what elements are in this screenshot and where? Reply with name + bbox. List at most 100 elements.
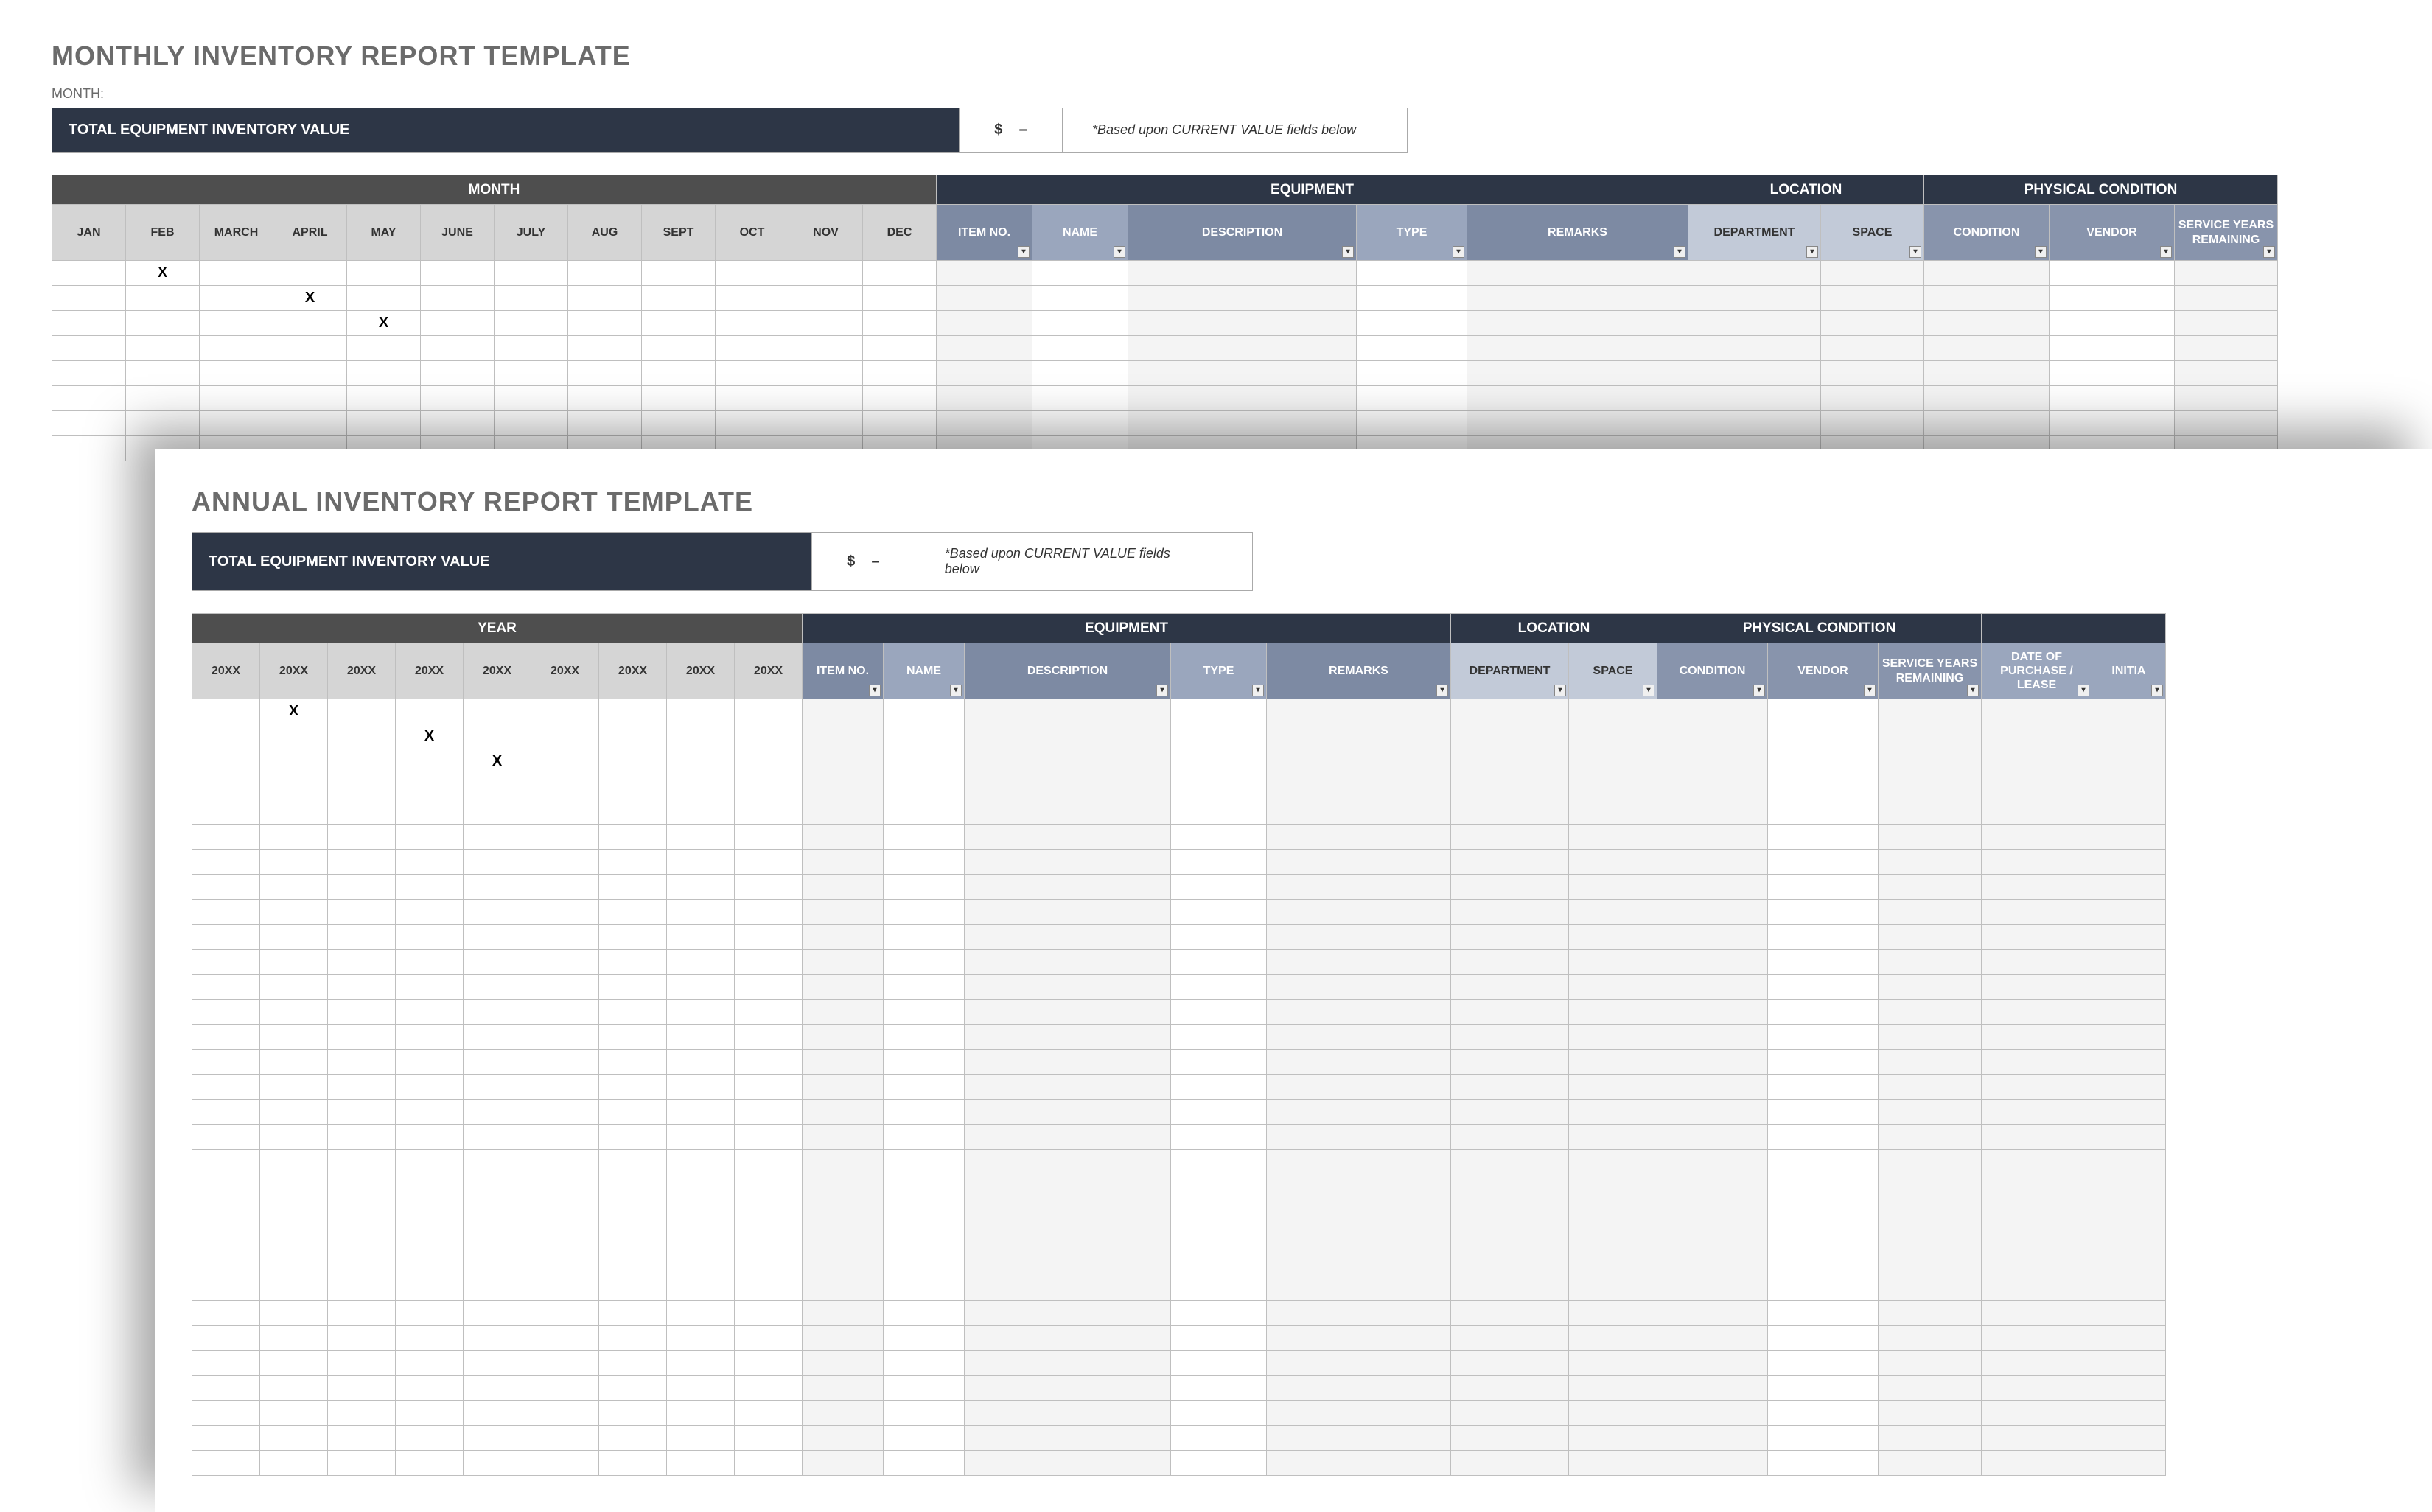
period-cell[interactable] bbox=[667, 1200, 735, 1225]
other-cell[interactable] bbox=[1982, 1376, 2092, 1401]
period-cell[interactable]: X bbox=[273, 286, 347, 311]
equip-cell[interactable] bbox=[965, 1125, 1171, 1150]
equip-cell[interactable] bbox=[803, 799, 884, 825]
location-cell[interactable] bbox=[1451, 1451, 1569, 1476]
equip-cell[interactable] bbox=[965, 1326, 1171, 1351]
equip-cell[interactable] bbox=[803, 900, 884, 925]
location-cell[interactable] bbox=[1821, 411, 1924, 436]
location-cell[interactable] bbox=[1451, 1050, 1569, 1075]
equip-cell[interactable] bbox=[884, 1225, 965, 1250]
period-cell[interactable] bbox=[735, 850, 803, 875]
period-cell[interactable] bbox=[396, 1250, 464, 1275]
period-cell[interactable] bbox=[192, 1175, 260, 1200]
period-cell[interactable] bbox=[789, 286, 863, 311]
period-cell[interactable] bbox=[667, 1250, 735, 1275]
physical-cell[interactable] bbox=[1768, 850, 1879, 875]
equip-cell[interactable] bbox=[1267, 1025, 1451, 1050]
filter-dropdown-icon[interactable]: ▾ bbox=[2035, 246, 2047, 258]
col-header-other[interactable]: DATE OF PURCHASE / LEASE▾ bbox=[1982, 643, 2092, 699]
location-cell[interactable] bbox=[1451, 799, 1569, 825]
other-cell[interactable] bbox=[1982, 724, 2092, 749]
other-cell[interactable] bbox=[1982, 749, 2092, 774]
period-cell[interactable]: X bbox=[347, 311, 421, 336]
period-cell[interactable] bbox=[464, 1225, 531, 1250]
period-cell[interactable] bbox=[260, 1150, 328, 1175]
equip-cell[interactable] bbox=[1267, 850, 1451, 875]
equip-cell[interactable] bbox=[1032, 411, 1128, 436]
equip-cell[interactable] bbox=[1267, 1150, 1451, 1175]
period-cell[interactable] bbox=[328, 774, 396, 799]
other-cell[interactable] bbox=[2092, 1426, 2166, 1451]
location-cell[interactable] bbox=[1451, 1326, 1569, 1351]
period-cell[interactable] bbox=[716, 336, 789, 361]
location-cell[interactable] bbox=[1569, 1225, 1657, 1250]
period-cell[interactable] bbox=[396, 799, 464, 825]
period-cell[interactable] bbox=[531, 1225, 599, 1250]
physical-cell[interactable] bbox=[1657, 724, 1768, 749]
period-cell[interactable] bbox=[599, 875, 667, 900]
period-cell[interactable] bbox=[328, 1351, 396, 1376]
period-cell[interactable] bbox=[192, 825, 260, 850]
equip-cell[interactable] bbox=[1267, 1200, 1451, 1225]
col-header-period[interactable]: MARCH bbox=[200, 205, 273, 261]
location-cell[interactable] bbox=[1451, 724, 1569, 749]
period-cell[interactable]: X bbox=[126, 261, 200, 286]
period-cell[interactable] bbox=[716, 361, 789, 386]
physical-cell[interactable] bbox=[1879, 1401, 1982, 1426]
physical-cell[interactable] bbox=[1879, 799, 1982, 825]
location-cell[interactable] bbox=[1451, 1225, 1569, 1250]
equip-cell[interactable] bbox=[965, 1275, 1171, 1301]
equip-cell[interactable] bbox=[884, 1150, 965, 1175]
period-cell[interactable] bbox=[531, 1050, 599, 1075]
period-cell[interactable] bbox=[421, 286, 495, 311]
period-cell[interactable] bbox=[273, 261, 347, 286]
period-cell[interactable] bbox=[568, 336, 642, 361]
period-cell[interactable] bbox=[52, 386, 126, 411]
period-cell[interactable] bbox=[260, 850, 328, 875]
equip-cell[interactable] bbox=[803, 1100, 884, 1125]
period-cell[interactable] bbox=[667, 774, 735, 799]
physical-cell[interactable] bbox=[2175, 386, 2278, 411]
equip-cell[interactable] bbox=[884, 799, 965, 825]
equip-cell[interactable] bbox=[937, 286, 1032, 311]
equip-cell[interactable] bbox=[937, 386, 1032, 411]
equip-cell[interactable] bbox=[1357, 361, 1467, 386]
period-cell[interactable] bbox=[599, 1125, 667, 1150]
equip-cell[interactable] bbox=[1467, 411, 1688, 436]
equip-cell[interactable] bbox=[1267, 1175, 1451, 1200]
physical-cell[interactable] bbox=[1768, 1250, 1879, 1275]
col-header-physical[interactable]: VENDOR▾ bbox=[1768, 643, 1879, 699]
equip-cell[interactable] bbox=[1032, 311, 1128, 336]
col-header-location[interactable]: SPACE▾ bbox=[1821, 205, 1924, 261]
period-cell[interactable] bbox=[863, 386, 937, 411]
equip-cell[interactable] bbox=[1171, 1426, 1267, 1451]
period-cell[interactable] bbox=[126, 361, 200, 386]
period-cell[interactable] bbox=[495, 261, 568, 286]
filter-dropdown-icon[interactable]: ▾ bbox=[1342, 246, 1354, 258]
period-cell[interactable] bbox=[328, 1225, 396, 1250]
period-cell[interactable] bbox=[396, 1326, 464, 1351]
equip-cell[interactable] bbox=[1171, 1401, 1267, 1426]
period-cell[interactable] bbox=[396, 1426, 464, 1451]
physical-cell[interactable] bbox=[1657, 1275, 1768, 1301]
period-cell[interactable] bbox=[192, 1401, 260, 1426]
physical-cell[interactable] bbox=[1879, 950, 1982, 975]
period-cell[interactable] bbox=[328, 1175, 396, 1200]
period-cell[interactable] bbox=[735, 1200, 803, 1225]
physical-cell[interactable] bbox=[2050, 336, 2175, 361]
period-cell[interactable] bbox=[599, 925, 667, 950]
other-cell[interactable] bbox=[1982, 925, 2092, 950]
monthly-total-value[interactable]: $ – bbox=[959, 108, 1062, 152]
period-cell[interactable] bbox=[421, 311, 495, 336]
equip-cell[interactable] bbox=[1267, 1451, 1451, 1476]
period-cell[interactable] bbox=[599, 825, 667, 850]
period-cell[interactable] bbox=[495, 411, 568, 436]
period-cell[interactable] bbox=[464, 1000, 531, 1025]
equip-cell[interactable] bbox=[1267, 1075, 1451, 1100]
period-cell[interactable] bbox=[260, 1376, 328, 1401]
period-cell[interactable] bbox=[599, 1301, 667, 1326]
location-cell[interactable] bbox=[1569, 1025, 1657, 1050]
period-cell[interactable] bbox=[192, 1376, 260, 1401]
period-cell[interactable] bbox=[260, 950, 328, 975]
period-cell[interactable] bbox=[495, 361, 568, 386]
